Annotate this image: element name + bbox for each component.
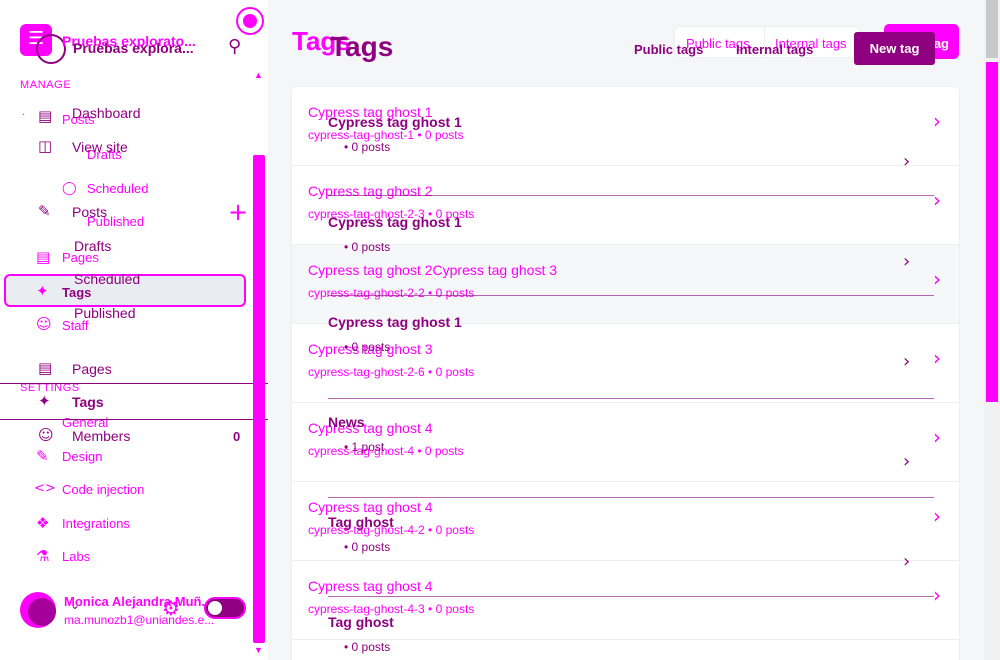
manage-section-label: MANAGE [20,79,72,91]
pages-icon-dark: ▤ [38,359,53,377]
tag-title[interactable]: Cypress tag ghost 4 [308,420,433,436]
tag-title[interactable]: Cypress tag ghost 4 [308,578,433,594]
tag-slug: cypress-tag-ghost-2-2 • 0 posts [308,286,475,300]
row-divider [328,295,934,296]
tag-slug: cypress-tag-ghost-4 • 0 posts [308,444,464,458]
chevron-right-icon[interactable]: › [933,504,941,528]
sidebar: Pruebas explorato... Pruebas explora... … [0,0,278,660]
tag-meta-dark: • 1 post [344,440,385,454]
row-divider [328,497,934,498]
row-divider [328,195,934,196]
tag-title[interactable]: Cypress tag ghost 2 [308,183,433,199]
list-item[interactable]: Cypress tag ghost 2Cypress tag ghost 3 c… [292,245,959,324]
avatar-overlay [28,598,56,626]
page-title-dark: Tags [330,31,394,62]
chevron-right-icon[interactable]: › [903,251,910,272]
tag-meta-dark: • 0 posts [344,640,391,654]
chevron-right-icon[interactable]: › [933,346,941,370]
members-icon: ☺ [38,426,54,444]
scroll-up-icon[interactable]: ▲ [254,70,263,80]
tag-title[interactable]: Cypress tag ghost 2Cypress tag ghost 3 [308,262,557,278]
labs-icon: ⚗ [36,547,50,565]
tag-title-dark[interactable]: Cypress tag ghost 1 [328,214,462,230]
chevron-right-icon[interactable]: › [933,583,941,607]
sidebar-item-design[interactable]: Design [62,449,102,464]
sidebar-item-code-injection[interactable]: Code injection [62,482,144,497]
target-icon [236,7,264,35]
sidebar-item-scheduled[interactable]: Scheduled [87,181,148,196]
sidebar-item-dashboard[interactable]: Dashboard [72,105,141,121]
tag-slug: cypress-tag-ghost-2-6 • 0 posts [308,365,475,379]
chevron-right-icon[interactable]: › [933,188,941,212]
list-item[interactable]: Cypress tag ghost 3 cypress-tag-ghost-2-… [292,324,959,403]
chevron-right-icon[interactable]: › [903,151,910,172]
chevron-right-icon[interactable]: › [903,551,910,572]
sidebar-item-pages-dark[interactable]: Pages [72,361,112,377]
integrations-icon: ❖ [36,514,50,532]
divider-line [0,419,278,420]
staff-icon: ☺ [36,315,52,333]
sidebar-item-scheduled-dark[interactable]: Scheduled [74,271,140,287]
user-name[interactable]: Monica Alejandra Muñ... [64,594,214,609]
design-icon: ✎ [36,447,49,465]
code-icon: <> [34,481,56,496]
chevron-right-icon[interactable]: › [903,451,910,472]
tag-icon: ✦ [36,282,49,300]
sidebar-item-posts-dark[interactable]: Posts [72,204,107,220]
tab-public-tags-dark[interactable]: Public tags [634,42,703,57]
sidebar-item-drafts-dark[interactable]: Drafts [74,238,111,254]
tag-title-dark[interactable]: Tag ghost [328,514,394,530]
sidebar-item-tags[interactable]: Tags [62,285,91,300]
tag-meta-dark: • 0 posts [344,340,391,354]
scroll-down-icon[interactable]: ▼ [254,645,263,655]
list-item[interactable]: Cypress tag ghost 4 cypress-tag-ghost-4 … [292,403,959,482]
chevron-right-icon[interactable]: › [903,351,910,372]
tag-title-dark[interactable]: Tag ghost [328,614,394,630]
sidebar-item-published-dark[interactable]: Published [74,305,136,321]
sidebar-item-integrations[interactable]: Integrations [62,516,130,531]
sidebar-item-tags-dark[interactable]: Tags [72,394,104,410]
sidebar-item-members[interactable]: Members [72,428,130,444]
tag-title-dark[interactable]: News [328,414,365,430]
view-site-icon: ◫ [38,137,53,155]
search-icon[interactable]: ⚲ [228,36,241,57]
tag-title-dark[interactable]: Cypress tag ghost 1 [328,314,462,330]
posts-icon: ✎ [38,202,51,220]
tag-meta-dark: • 0 posts [344,540,391,554]
gear-icon[interactable]: ⚙ [162,596,180,620]
night-mode-toggle[interactable] [204,597,246,619]
tag-icon-dark: ✦ [38,392,51,410]
site-title-dark[interactable]: Pruebas explora... [73,40,213,56]
dashboard-icon: ▤ [38,107,53,125]
pages-icon: ▤ [36,248,51,266]
user-email: ma.munozb1@uniandes.e... [64,613,215,627]
divider-line [0,383,278,384]
row-divider [328,398,934,399]
sidebar-scroll-thumb[interactable] [253,155,265,643]
list-item[interactable]: Cypress tag ghost 2 cypress-tag-ghost-2-… [292,166,959,245]
chevron-right-icon[interactable]: › [933,425,941,449]
sidebar-item-view-site[interactable]: View site [72,139,128,155]
sidebar-item-labs[interactable]: Labs [62,549,90,564]
members-count-badge: 0 [233,429,241,444]
page-scroll-thumb[interactable] [986,62,998,402]
chevron-right-icon[interactable]: › [933,267,941,291]
tag-title[interactable]: Cypress tag ghost 4 [308,499,433,515]
chevron-right-icon[interactable]: › [933,109,941,133]
page-scrollbar-head [986,0,998,58]
tag-meta-dark: • 0 posts [344,240,391,254]
tag-title-dark[interactable]: Cypress tag ghost 1 [328,114,462,130]
new-post-icon[interactable]: + [228,198,248,226]
scheduled-icon: ◯ [62,181,77,196]
new-tag-button-dark[interactable]: New tag [854,32,935,65]
row-divider [328,596,934,597]
tab-internal-tags-dark[interactable]: Internal tags [736,42,813,57]
tag-meta-dark: • 0 posts [344,140,391,154]
tags-list: Cypress tag ghost 1 cypress-tag-ghost-1 … [292,87,959,660]
dot-icon: · [22,110,26,121]
